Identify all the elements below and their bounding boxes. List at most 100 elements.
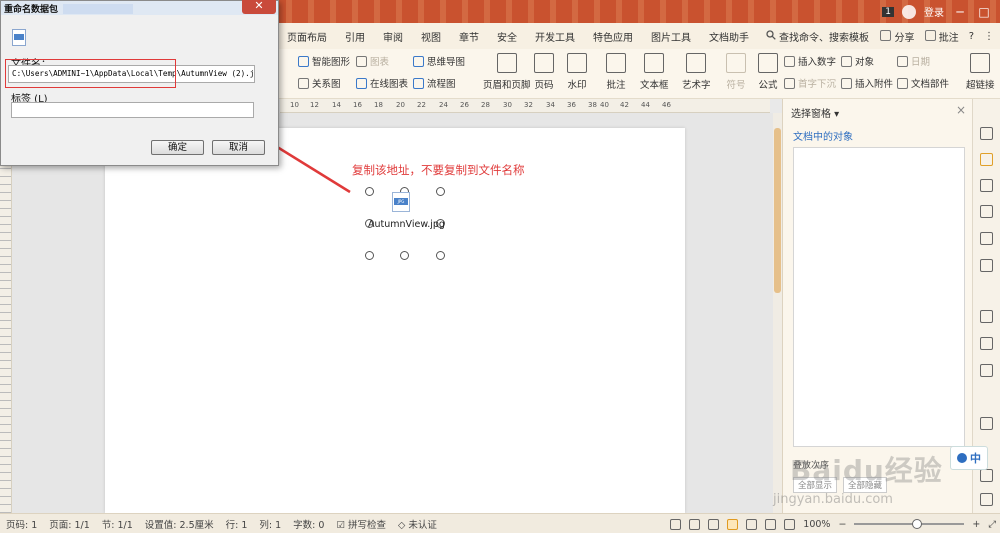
smart-shape-button[interactable]: 智能图形 [298, 53, 350, 69]
document-page[interactable] [105, 128, 685, 513]
selection-handle[interactable] [365, 251, 374, 260]
lock-icon[interactable] [980, 310, 993, 323]
eye-protect-icon[interactable] [784, 518, 796, 530]
menu-view[interactable]: 视图 [412, 29, 450, 44]
symbol-button[interactable]: 符号 [726, 53, 746, 91]
selection-handle[interactable] [436, 251, 445, 260]
page-view-icon[interactable] [727, 518, 739, 530]
attach-button[interactable]: 插入附件 [841, 75, 893, 91]
more-button[interactable]: ⋮ [984, 31, 994, 42]
ok-button[interactable]: 确定 [151, 140, 204, 155]
selection-pane-close-icon[interactable]: × [956, 103, 966, 117]
status-words[interactable]: 字数: 0 [287, 517, 330, 531]
edit-mode-icon[interactable] [708, 518, 720, 530]
dialog-title-bar[interactable]: 重命名数据包 [1, 1, 278, 15]
mindmap-button[interactable]: 思维导图 [413, 53, 465, 69]
relation-button[interactable]: 关系图 [298, 75, 350, 91]
share-button[interactable]: 分享 [880, 29, 915, 44]
selection-handle[interactable] [365, 187, 374, 196]
horizontal-ruler[interactable]: 10 12 14 16 18 20 22 24 26 28 30 32 34 3… [280, 99, 770, 113]
drop-cap-button[interactable]: 首字下沉 [784, 75, 836, 91]
shield-icon[interactable] [980, 469, 993, 482]
watermark-icon [567, 53, 587, 73]
selection-handle[interactable] [436, 187, 445, 196]
notification-badge[interactable]: 1 [882, 6, 894, 17]
comment-button[interactable]: 批注 [606, 53, 626, 91]
minimize-button[interactable]: ─ [952, 5, 968, 19]
spell-check-button[interactable]: ☑ 拼写检查 [330, 517, 392, 531]
zoom-in-button[interactable]: + [972, 519, 980, 530]
fit-icon[interactable]: ⤢ [988, 519, 996, 530]
menu-references[interactable]: 引用 [336, 29, 374, 44]
date-button[interactable]: 日期 [897, 53, 949, 69]
image-icon[interactable] [980, 337, 993, 350]
menu-section[interactable]: 章节 [450, 29, 488, 44]
command-search[interactable]: 查找命令、搜索模板 [758, 29, 877, 44]
archive-icon[interactable] [980, 417, 993, 430]
object-label: 对象 [855, 57, 875, 68]
document-scrollbar[interactable] [773, 113, 782, 513]
help-button[interactable]: ? [969, 31, 974, 42]
menu-page-layout[interactable]: 页面布局 [278, 29, 336, 44]
menu-picture-tools[interactable]: 图片工具 [642, 29, 700, 44]
zoom-slider[interactable] [854, 519, 965, 529]
pen-icon[interactable] [980, 127, 993, 140]
page-number-button[interactable]: 页码 [534, 53, 554, 91]
table-icon[interactable] [980, 232, 993, 245]
menu-special[interactable]: 特色应用 [584, 29, 642, 44]
select-cursor-icon[interactable] [980, 153, 993, 166]
menu-security[interactable]: 安全 [488, 29, 526, 44]
insert-number-button[interactable]: 插入数字 [784, 53, 836, 69]
status-pages[interactable]: 页面: 1/1 [43, 517, 96, 531]
hyperlink-button[interactable]: 超链接 [966, 53, 995, 91]
scrollbar-thumb[interactable] [774, 128, 781, 293]
formula-button[interactable]: 公式 [758, 53, 778, 91]
status-setting[interactable]: 设置值: 2.5厘米 [139, 517, 220, 531]
help-circle-icon[interactable] [980, 493, 993, 506]
menu-doc-assistant[interactable]: 文档助手 [700, 29, 758, 44]
user-avatar-icon[interactable] [902, 4, 916, 19]
paw-icon [957, 453, 967, 463]
flowchart-button[interactable]: 流程图 [413, 75, 465, 91]
selection-handle[interactable] [400, 251, 409, 260]
style-icon[interactable] [980, 205, 993, 218]
zoom-slider-knob[interactable] [912, 519, 923, 529]
status-page-num[interactable]: 页码: 1 [0, 517, 43, 531]
read-mode-icon[interactable] [689, 518, 701, 530]
chart-icon [356, 55, 367, 67]
comment-label: 批注 [606, 80, 626, 91]
chart-button[interactable]: 图表 [356, 53, 408, 69]
jpg-file-icon[interactable]: JPG [392, 192, 410, 212]
ime-widget[interactable]: 中 [950, 446, 988, 470]
textbox-button[interactable]: 文本框 [640, 53, 669, 91]
wordart-button[interactable]: 艺术字 [682, 53, 711, 91]
web-view-icon[interactable] [765, 518, 777, 530]
adjust-icon[interactable] [980, 259, 993, 272]
menu-review[interactable]: 审阅 [374, 29, 412, 44]
auth-status[interactable]: ◇ 未认证 [392, 517, 443, 531]
status-section[interactable]: 节: 1/1 [96, 517, 139, 531]
outline-view-icon[interactable] [746, 518, 758, 530]
maximize-button[interactable]: □ [976, 5, 992, 19]
dialog-close-button[interactable]: ✕ [242, 0, 276, 14]
comment-menu-button[interactable]: 批注 [924, 29, 959, 44]
online-chart-button[interactable]: 在线图表 [356, 75, 408, 91]
shapes-icon[interactable] [980, 179, 993, 192]
object-button[interactable]: 对象 [841, 53, 893, 69]
menu-developer[interactable]: 开发工具 [526, 29, 584, 44]
vertical-ruler[interactable] [0, 113, 12, 513]
fullscreen-icon[interactable] [670, 518, 682, 530]
tag-input[interactable] [11, 102, 254, 118]
zoom-level[interactable]: 100% [803, 519, 830, 530]
watermark-button[interactable]: 水印 [567, 53, 587, 91]
selection-pane-title[interactable]: 选择窗格 ▾ [791, 105, 839, 120]
login-link[interactable]: 登录 [924, 4, 944, 19]
export-icon[interactable] [980, 364, 993, 377]
doc-parts-button[interactable]: 文档部件 [897, 75, 949, 91]
textbox-label: 文本框 [640, 80, 669, 91]
header-footer-button[interactable]: 页眉和页脚 [483, 53, 531, 91]
zoom-out-button[interactable]: − [838, 519, 846, 530]
cancel-button[interactable]: 取消 [212, 140, 265, 155]
embedded-file-name[interactable]: AutumnView.jpg [368, 219, 445, 230]
object-list[interactable] [793, 147, 965, 447]
